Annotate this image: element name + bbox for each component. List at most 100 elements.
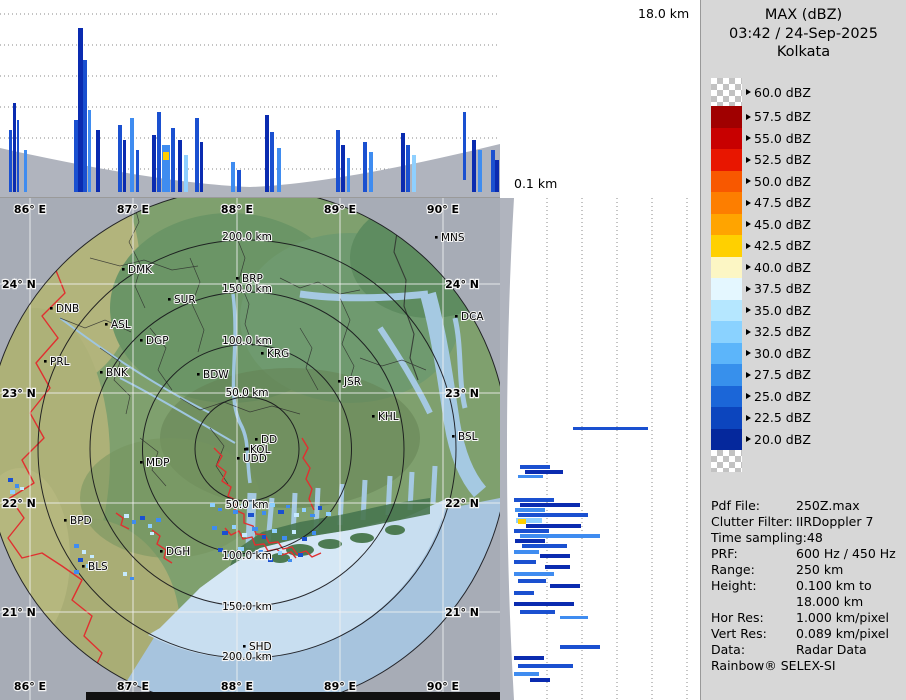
svg-text:JSR: JSR xyxy=(343,376,361,388)
scale-tick-arrow-icon xyxy=(746,243,751,249)
scale-row: 27.5 dBZ xyxy=(711,364,811,386)
scale-tick-arrow-icon xyxy=(746,178,751,184)
svg-text:50.0 km: 50.0 km xyxy=(225,387,268,399)
scale-label: 20.0 dBZ xyxy=(746,432,811,447)
info-row: Height:0.100 km to xyxy=(711,578,903,594)
scale-tick-arrow-icon xyxy=(746,350,751,356)
info-row: Clutter Filter:IIRDoppler 7 xyxy=(711,514,903,530)
scale-label: 60.0 dBZ xyxy=(746,85,811,100)
svg-text:BDW: BDW xyxy=(203,369,229,381)
scale-color-swatch xyxy=(711,343,742,365)
scale-row: 25.0 dBZ xyxy=(711,386,811,408)
scale-row: 50.0 dBZ xyxy=(711,171,811,193)
scale-row: 35.0 dBZ xyxy=(711,300,811,322)
svg-text:100.0 km: 100.0 km xyxy=(222,550,272,562)
info-row: 18.000 km xyxy=(711,594,903,610)
color-scale: 60.0 dBZ57.5 dBZ55.0 dBZ52.5 dBZ50.0 dBZ… xyxy=(711,78,811,472)
scale-tick-arrow-icon xyxy=(746,157,751,163)
svg-text:86° E: 86° E xyxy=(14,203,46,216)
svg-text:200.0 km: 200.0 km xyxy=(222,231,272,243)
scale-row: 32.5 dBZ xyxy=(711,321,811,343)
scale-label: 22.5 dBZ xyxy=(746,410,811,425)
product-info: Pdf File:250Z.maxClutter Filter:IIRDoppl… xyxy=(711,498,903,674)
scale-label: 47.5 dBZ xyxy=(746,195,811,210)
scale-tick-arrow-icon xyxy=(746,264,751,270)
scale-tick-arrow-icon xyxy=(746,329,751,335)
scale-color-swatch xyxy=(711,429,742,451)
max-height-label: 18.0 km xyxy=(638,6,689,21)
scale-label: 27.5 dBZ xyxy=(746,367,811,382)
svg-text:24° N: 24° N xyxy=(445,278,479,291)
scale-tick-arrow-icon xyxy=(746,89,751,95)
svg-text:90° E: 90° E xyxy=(427,203,459,216)
product-info-rows: Pdf File:250Z.maxClutter Filter:IIRDoppl… xyxy=(711,498,903,658)
scale-color-swatch xyxy=(711,128,742,150)
svg-text:DNB: DNB xyxy=(56,303,79,315)
svg-text:200.0 km: 200.0 km xyxy=(222,651,272,663)
scale-color-swatch xyxy=(711,149,742,171)
svg-text:22° N: 22° N xyxy=(2,497,36,510)
echo-top-bars xyxy=(514,427,648,682)
scale-color-swatch xyxy=(711,78,742,106)
scale-color-swatch xyxy=(711,171,742,193)
info-row: Data:Radar Data xyxy=(711,642,903,658)
scale-label: 45.0 dBZ xyxy=(746,217,811,232)
svg-text:MDP: MDP xyxy=(146,457,169,469)
map-view[interactable]: MNSDMKBRPSURDNBASLDGPKRGPRLBNKBDWJSRDCAK… xyxy=(0,198,500,700)
svg-text:87° E: 87° E xyxy=(117,680,149,693)
info-row: Range:250 km xyxy=(711,562,903,578)
vertical-profile-right-panel[interactable] xyxy=(500,198,700,700)
svg-text:BPD: BPD xyxy=(70,515,92,527)
scale-color-swatch xyxy=(711,192,742,214)
scale-row: 40.0 dBZ xyxy=(711,257,811,279)
info-row: Time sampling:48 xyxy=(711,530,903,546)
scale-tick-arrow-icon xyxy=(746,415,751,421)
info-row: Pdf File:250Z.max xyxy=(711,498,903,514)
height-gridlines xyxy=(547,198,687,700)
svg-text:MNS: MNS xyxy=(441,232,465,244)
svg-text:100.0 km: 100.0 km xyxy=(222,335,272,347)
scale-tick-arrow-icon xyxy=(746,135,751,141)
scale-row: 45.0 dBZ xyxy=(711,214,811,236)
vertical-profile-top-panel[interactable] xyxy=(0,0,500,198)
scale-label: 37.5 dBZ xyxy=(746,281,811,296)
scale-row xyxy=(711,450,811,472)
svg-text:BSL: BSL xyxy=(458,431,478,443)
svg-text:87° E: 87° E xyxy=(117,203,149,216)
svg-text:90° E: 90° E xyxy=(427,680,459,693)
svg-text:DGH: DGH xyxy=(166,546,190,558)
scale-label: 42.5 dBZ xyxy=(746,238,811,253)
scale-label: 35.0 dBZ xyxy=(746,303,811,318)
svg-text:89° E: 89° E xyxy=(324,680,356,693)
legend-panel: MAX (dBZ) 03:42 / 24-Sep-2025 Kolkata 60… xyxy=(700,0,906,700)
scan-datetime: 03:42 / 24-Sep-2025 xyxy=(701,25,906,44)
scale-row: 55.0 dBZ xyxy=(711,128,811,150)
scale-tick-arrow-icon xyxy=(746,307,751,313)
scale-tick-arrow-icon xyxy=(746,200,751,206)
scale-color-swatch xyxy=(711,450,742,472)
svg-text:KRG: KRG xyxy=(267,348,289,360)
scale-color-swatch xyxy=(711,214,742,236)
svg-text:UDD: UDD xyxy=(243,453,267,465)
beam-blind-area xyxy=(500,198,514,700)
scale-label: 57.5 dBZ xyxy=(746,109,811,124)
svg-text:88° E: 88° E xyxy=(221,680,253,693)
svg-text:DCA: DCA xyxy=(461,311,484,323)
svg-text:DGP: DGP xyxy=(146,335,169,347)
svg-text:88° E: 88° E xyxy=(221,203,253,216)
software-brand: Rainbow® SELEX-SI xyxy=(711,658,903,674)
svg-text:PRL: PRL xyxy=(50,356,70,368)
scale-row: 57.5 dBZ xyxy=(711,106,811,128)
svg-text:150.0 km: 150.0 km xyxy=(222,283,272,295)
scale-row: 60.0 dBZ xyxy=(711,78,811,106)
svg-text:KHL: KHL xyxy=(378,411,399,423)
top-profile-plot xyxy=(0,0,500,197)
scale-tick-arrow-icon xyxy=(746,286,751,292)
info-row: PRF:600 Hz / 450 Hz xyxy=(711,546,903,562)
svg-text:23° N: 23° N xyxy=(445,387,479,400)
scale-color-swatch xyxy=(711,321,742,343)
svg-text:86° E: 86° E xyxy=(14,680,46,693)
scale-row: 22.5 dBZ xyxy=(711,407,811,429)
scale-color-swatch xyxy=(711,235,742,257)
info-row: Vert Res:0.089 km/pixel xyxy=(711,626,903,642)
